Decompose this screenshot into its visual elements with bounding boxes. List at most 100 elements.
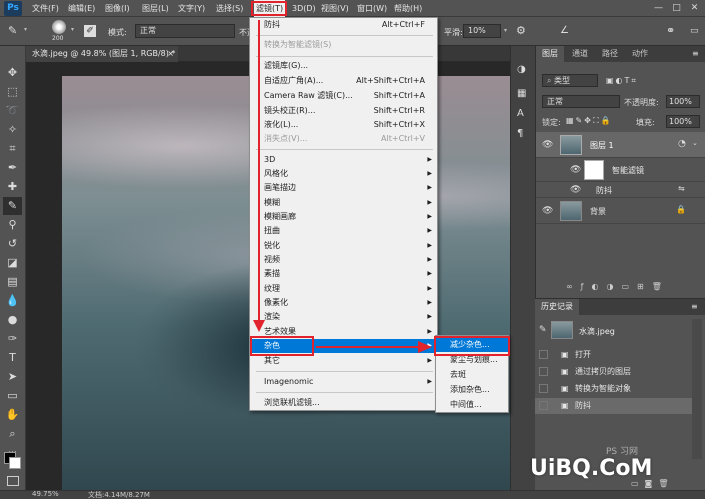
crop-tool-icon[interactable]: ⌗ xyxy=(3,140,22,158)
chevron-down-icon[interactable]: ⌄ xyxy=(692,139,698,147)
layer-filter-icons[interactable]: ▣◐T⌗ xyxy=(606,76,638,86)
menu-image[interactable]: 图像(I) xyxy=(105,0,130,17)
layer-name: 背景 xyxy=(590,207,606,216)
brush-preview-icon[interactable] xyxy=(52,20,66,34)
menu-file[interactable]: 文件(F) xyxy=(32,0,59,17)
document-tab-title: 水滴.jpeg @ 49.8% (图层 1, RGB/8) * xyxy=(32,49,176,58)
eraser-tool-icon[interactable]: ◪ xyxy=(3,254,22,272)
menu-item-label: 中间值... xyxy=(450,400,482,409)
history-scrollbar[interactable] xyxy=(692,319,702,459)
blur-tool-icon[interactable]: 💧 xyxy=(3,292,22,310)
tab-channels[interactable]: 通道 xyxy=(566,46,594,62)
shape-tool-icon[interactable]: ▭ xyxy=(3,387,22,405)
history-item-current[interactable]: ▣ 防抖 xyxy=(535,398,692,414)
layer-name: 图层 1 xyxy=(590,141,614,150)
eye-icon[interactable]: 👁 xyxy=(570,165,581,175)
brush-settings-icon[interactable]: ✐ xyxy=(84,25,96,37)
maximize-icon[interactable]: □ xyxy=(670,2,683,15)
filter-options-icon[interactable]: ⇋ xyxy=(678,184,685,193)
properties-panel-icon[interactable]: ▦ xyxy=(517,88,526,99)
tab-layers[interactable]: 图层 xyxy=(536,46,564,62)
eye-icon[interactable]: 👁 xyxy=(542,206,553,216)
lock-icons[interactable]: ▦✎✥⛶🔒 xyxy=(566,116,613,126)
path-select-tool-icon[interactable]: ➤ xyxy=(3,368,22,386)
brush-tool-icon-active[interactable]: ✎ xyxy=(3,197,22,215)
submenu-item-median[interactable]: 中间值... xyxy=(436,398,508,412)
stamp-tool-icon[interactable]: ⚲ xyxy=(3,216,22,234)
history-brush-tool-icon[interactable]: ↺ xyxy=(3,235,22,253)
angle-icon[interactable]: ∠ xyxy=(560,24,574,38)
close-icon[interactable]: ✕ xyxy=(688,2,701,15)
menu-type[interactable]: 文字(Y) xyxy=(178,0,205,17)
history-item[interactable]: ▣ 打开 xyxy=(535,347,692,363)
move-tool-icon[interactable]: ✥ xyxy=(3,64,22,82)
color-panel-icon[interactable]: ◑ xyxy=(517,64,526,75)
history-panel-header: 历史记录 ≡ xyxy=(535,299,705,315)
tab-history[interactable]: 历史记录 xyxy=(535,299,579,315)
gear-icon[interactable]: ⚙ xyxy=(516,24,530,38)
submenu-item-despeckle[interactable]: 去斑 xyxy=(436,368,508,382)
symmetry-icon[interactable]: ⚭ xyxy=(666,24,680,38)
menu-select[interactable]: 选择(S) xyxy=(216,0,243,17)
eyedropper-tool-icon[interactable]: ✒ xyxy=(3,159,22,177)
layer-thumbnail xyxy=(560,201,582,221)
filter-menu-item-other[interactable]: 其它 ▶ xyxy=(250,354,437,368)
character-panel-icon[interactable]: A xyxy=(517,108,524,119)
menu-item-label: 其它 xyxy=(264,356,280,365)
history-item[interactable]: ▣ 转换为智能对象 xyxy=(535,381,692,397)
brush-size-dropdown-icon[interactable]: ▾ xyxy=(71,26,74,33)
mode-select[interactable]: 正常 xyxy=(135,24,235,38)
layer-row-layer1[interactable]: 👁 图层 1 ◔ ⌄ xyxy=(536,132,705,158)
gradient-tool-icon[interactable]: ▤ xyxy=(3,273,22,291)
arrow-head-right xyxy=(418,341,432,353)
tab-actions[interactable]: 动作 xyxy=(626,46,654,62)
healing-tool-icon[interactable]: ✚ xyxy=(3,178,22,196)
pen-tool-icon[interactable]: ✑ xyxy=(3,330,22,348)
lock-label: 锁定: xyxy=(542,118,561,127)
history-checkbox xyxy=(539,401,548,410)
background-color-swatch[interactable] xyxy=(9,457,21,469)
photoshop-logo-icon[interactable]: Ps xyxy=(4,1,22,16)
lasso-tool-icon[interactable]: ➰ xyxy=(3,102,22,120)
type-tool-icon[interactable]: T xyxy=(3,349,22,367)
menu-item-label: 添加杂色... xyxy=(450,385,490,394)
quick-select-tool-icon[interactable]: ✧ xyxy=(3,121,22,139)
submenu-item-add-noise[interactable]: 添加杂色... xyxy=(436,383,508,397)
layers-panel: 图层 通道 路径 动作 ≡ ⌕ 类型 ▣◐T⌗ 正常 不透明度: 100% 锁定… xyxy=(535,46,705,304)
filter-menu-item-imagenomic[interactable]: Imagenomic ▶ xyxy=(250,375,437,389)
document-close-icon[interactable]: × xyxy=(167,46,174,62)
dodge-tool-icon[interactable]: ● xyxy=(3,311,22,329)
layer-bottom-icons[interactable]: ∞ƒ◐◑▭⊞🗑 xyxy=(566,282,670,291)
history-item[interactable]: ▣ 通过拷贝的图层 xyxy=(535,364,692,380)
marquee-tool-icon[interactable]: ⬚ xyxy=(3,83,22,101)
layer-row-background[interactable]: 👁 背景 🔒 xyxy=(536,198,705,224)
snapshot-name[interactable]: 水滴.jpeg xyxy=(579,326,615,337)
menu-layer[interactable]: 图层(L) xyxy=(142,0,169,17)
panel-menu-icon[interactable]: ≡ xyxy=(691,302,698,311)
minimize-icon[interactable]: — xyxy=(652,2,665,15)
brush-tool-icon[interactable]: ✎ xyxy=(8,24,22,38)
document-tab[interactable]: 水滴.jpeg @ 49.8% (图层 1, RGB/8) * × xyxy=(26,46,178,62)
panel-menu-icon[interactable]: ≡ xyxy=(692,49,699,58)
brush-preset-dropdown-icon[interactable]: ▾ xyxy=(24,26,27,33)
workspace-icon[interactable]: ▭ xyxy=(690,24,702,38)
opacity-input[interactable]: 100% xyxy=(666,95,700,108)
layer-filter-select[interactable]: ⌕ 类型 xyxy=(542,74,598,87)
tab-paths[interactable]: 路径 xyxy=(596,46,624,62)
menu-edit[interactable]: 编辑(E) xyxy=(68,0,95,17)
hand-tool-icon[interactable]: ✋ xyxy=(3,406,22,424)
layer-row-smart-filters[interactable]: 👁 智能滤镜 xyxy=(536,158,705,182)
smart-object-icon: ◔ xyxy=(678,139,686,149)
zoom-tool-icon[interactable]: ⌕ xyxy=(3,425,22,443)
paragraph-panel-icon[interactable]: ¶ xyxy=(517,128,523,139)
fill-input[interactable]: 100% xyxy=(666,115,700,128)
filter-menu-item-browse-online[interactable]: 浏览联机滤镜... xyxy=(250,396,437,410)
lock-icon: 🔒 xyxy=(676,205,686,214)
quick-mask-icon[interactable] xyxy=(7,476,19,486)
zoom-readout[interactable]: 49.75% xyxy=(32,490,59,498)
blend-mode-select[interactable]: 正常 xyxy=(542,95,620,108)
layer-row-filter-shake[interactable]: 👁 防抖 ⇋ xyxy=(536,182,705,198)
eye-icon[interactable]: 👁 xyxy=(570,185,581,195)
eye-icon[interactable]: 👁 xyxy=(542,140,553,150)
history-brush-source-icon[interactable]: ✎ xyxy=(539,325,547,335)
